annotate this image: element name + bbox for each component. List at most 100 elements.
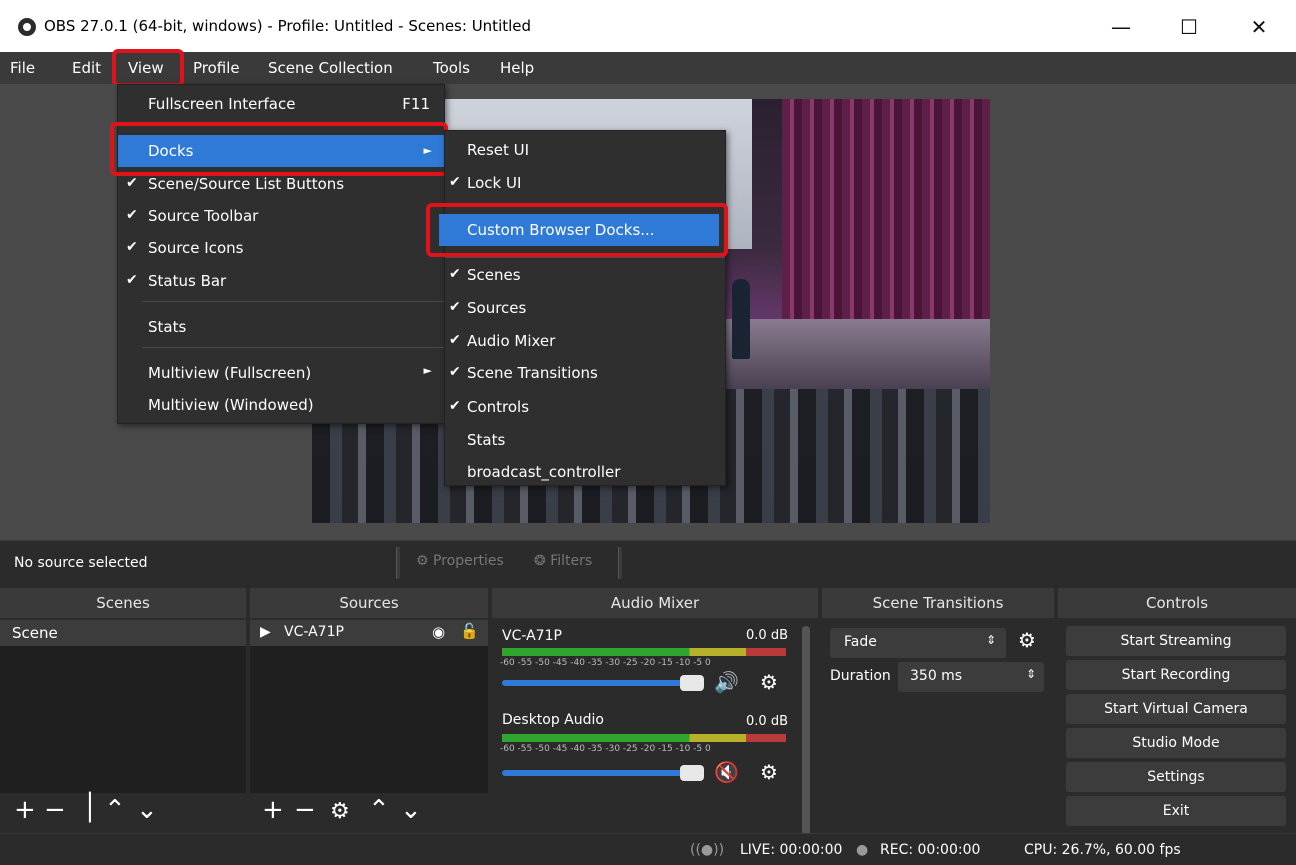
menu-separator (142, 347, 444, 348)
menu-separator (445, 257, 725, 258)
list-item[interactable]: ▶ VC-A71P ◉ 🔓 (250, 620, 488, 646)
menu-item-stats-dock[interactable]: Stats (445, 425, 725, 455)
volume-slider-handle[interactable] (680, 765, 704, 781)
video-source-icon: ▶ (260, 624, 271, 640)
remove-scene-button[interactable]: − (44, 795, 66, 825)
list-item[interactable]: Scene (0, 620, 246, 646)
menu-separator (142, 301, 444, 302)
start-virtual-camera-button[interactable]: Start Virtual Camera (1066, 694, 1286, 724)
check-icon: ✔ (449, 332, 461, 348)
filters-button[interactable]: ❂ Filters (534, 553, 592, 569)
gear-icon[interactable]: ⚙ (1018, 628, 1036, 652)
check-icon: ✔ (449, 299, 461, 315)
minimize-button[interactable]: — (1098, 10, 1144, 44)
menu-item-custom-browser-docks[interactable]: Custom Browser Docks... (439, 214, 719, 246)
controls-dock: Controls Start Streaming Start Recording… (1058, 588, 1296, 831)
move-up-button[interactable]: ⌃ (368, 795, 390, 825)
lock-icon[interactable]: 🔓 (460, 622, 479, 640)
menu-item-reset-ui[interactable]: Reset UI (445, 135, 725, 165)
check-icon: ✔ (126, 239, 138, 255)
broadcast-icon: ((●)) (690, 842, 725, 858)
menu-item-controls[interactable]: ✔ Controls (445, 392, 725, 422)
move-up-button[interactable]: ⌃ (104, 795, 126, 825)
audio-mixer-dock: Audio Mixer VC-A71P 0.0 dB -60 -55 -50 -… (492, 588, 818, 852)
add-source-button[interactable]: + (262, 795, 284, 825)
muted-speaker-icon[interactable]: 🔇 (714, 760, 739, 784)
volume-slider[interactable] (502, 680, 692, 686)
scenes-list[interactable]: Scene (0, 620, 246, 793)
sources-list[interactable]: ▶ VC-A71P ◉ 🔓 (250, 620, 488, 793)
stepper-arrows-icon[interactable]: ⇕ (1026, 667, 1036, 681)
gear-icon[interactable]: ⚙ (760, 670, 778, 694)
meter-ticks: -60 -55 -50 -45 -40 -35 -30 -25 -20 -15 … (500, 658, 711, 668)
docks-submenu: Reset UI ✔ Lock UI Custom Browser Docks.… (439, 130, 726, 487)
check-icon: ✔ (126, 175, 138, 191)
speaker-icon[interactable]: 🔊 (714, 670, 739, 694)
close-button[interactable]: ✕ (1236, 10, 1282, 44)
scene-transitions-dock: Scene Transitions Fade ⇕ ⚙ Duration 350 … (822, 588, 1054, 831)
menu-profile[interactable]: Profile (193, 59, 240, 77)
volume-slider-handle[interactable] (680, 675, 704, 691)
volume-meter (502, 648, 786, 656)
menu-item-sources[interactable]: ✔ Sources (445, 293, 725, 323)
scenes-dock-title: Scenes (0, 588, 246, 618)
menu-help[interactable]: Help (500, 59, 534, 77)
exit-button[interactable]: Exit (1066, 796, 1286, 826)
properties-button[interactable]: ⚙ Properties (416, 553, 504, 569)
menu-item-scene-source-list-buttons[interactable]: ✔ Scene/Source List Buttons (118, 169, 444, 199)
check-icon: ✔ (126, 272, 138, 288)
menu-tools[interactable]: Tools (433, 59, 470, 77)
sources-toolbar: + − ⚙ ⌃ ⌄ (250, 793, 488, 831)
source-properties-gear-icon[interactable]: ⚙ (330, 799, 350, 824)
studio-mode-button[interactable]: Studio Mode (1066, 728, 1286, 758)
visibility-eye-icon[interactable]: ◉ (432, 623, 445, 641)
controls-dock-title: Controls (1058, 588, 1296, 618)
scrollbar[interactable] (802, 626, 810, 852)
source-toolbar: No source selected ⚙ Properties ❂ Filter… (0, 540, 1296, 585)
menu-item-fullscreen-interface[interactable]: Fullscreen Interface F11 (118, 89, 444, 119)
start-streaming-button[interactable]: Start Streaming (1066, 626, 1286, 656)
menu-scene-collection[interactable]: Scene Collection (268, 59, 393, 77)
toolbar-divider (618, 547, 622, 579)
controls-panel: Start Streaming Start Recording Start Vi… (1058, 620, 1296, 831)
check-icon: ✔ (449, 266, 461, 282)
transition-select[interactable]: Fade ⇕ (830, 628, 1006, 658)
menu-item-lock-ui[interactable]: ✔ Lock UI (445, 168, 725, 198)
check-icon: ✔ (126, 207, 138, 223)
menu-item-scene-transitions[interactable]: ✔ Scene Transitions (445, 358, 725, 388)
scene-transitions-dock-title: Scene Transitions (822, 588, 1054, 618)
menu-item-scenes[interactable]: ✔ Scenes (445, 260, 725, 290)
cpu-fps-readout: CPU: 26.7%, 60.00 fps (1024, 842, 1181, 858)
gear-icon[interactable]: ⚙ (760, 760, 778, 784)
filters-icon: ❂ (534, 553, 546, 569)
duration-stepper[interactable]: 350 ms ⇕ (898, 662, 1044, 692)
menu-item-source-toolbar[interactable]: ✔ Source Toolbar (118, 201, 444, 231)
channel-name: Desktop Audio (502, 712, 604, 728)
menu-file[interactable]: File (10, 59, 35, 77)
start-recording-button[interactable]: Start Recording (1066, 660, 1286, 690)
menu-item-status-bar[interactable]: ✔ Status Bar (118, 266, 444, 296)
window-title: OBS 27.0.1 (64-bit, windows) - Profile: … (44, 17, 532, 35)
scenes-toolbar: + − │ ⌃ ⌄ (0, 793, 246, 831)
check-icon: ✔ (449, 364, 461, 380)
gear-icon: ⚙ (416, 553, 429, 569)
settings-button[interactable]: Settings (1066, 762, 1286, 792)
maximize-button[interactable]: ☐ (1166, 10, 1212, 44)
menu-item-multiview-windowed[interactable]: Multiview (Windowed) (118, 390, 444, 420)
menu-item-source-icons[interactable]: ✔ Source Icons (118, 233, 444, 263)
add-scene-button[interactable]: + (14, 795, 36, 825)
menu-item-docks[interactable]: Docks ► (118, 135, 444, 167)
obs-logo-icon (18, 18, 36, 36)
menu-view[interactable]: View (128, 59, 164, 77)
move-down-button[interactable]: ⌄ (136, 795, 158, 825)
menu-item-broadcast-controller[interactable]: broadcast_controller (445, 457, 725, 487)
move-down-button[interactable]: ⌄ (400, 795, 422, 825)
menu-item-multiview-fullscreen[interactable]: Multiview (Fullscreen) ► (118, 358, 444, 388)
menu-item-audio-mixer[interactable]: ✔ Audio Mixer (445, 326, 725, 356)
menu-edit[interactable]: Edit (72, 59, 101, 77)
remove-source-button[interactable]: − (294, 795, 316, 825)
audio-mixer-panel: VC-A71P 0.0 dB -60 -55 -50 -45 -40 -35 -… (492, 620, 818, 852)
check-icon: ✔ (449, 174, 461, 190)
volume-slider[interactable] (502, 770, 692, 776)
menu-item-stats[interactable]: Stats (118, 312, 444, 342)
